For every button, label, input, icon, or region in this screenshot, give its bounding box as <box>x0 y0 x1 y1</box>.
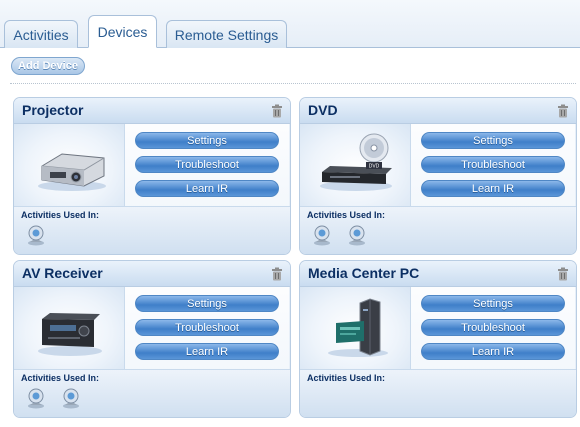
divider <box>10 83 576 84</box>
activity-icon[interactable] <box>346 224 368 246</box>
trash-icon[interactable] <box>271 104 283 118</box>
device-card-media-center-pc: Media Center PC Settings Troubleshoot Le… <box>299 260 577 418</box>
media-center-pc-icon <box>328 298 388 357</box>
device-card-av-receiver: AV Receiver Settings Troubleshoot Learn … <box>13 260 291 418</box>
activity-icon[interactable] <box>25 224 47 246</box>
device-actions: Settings Troubleshoot Learn IR <box>421 132 565 204</box>
trash-icon[interactable] <box>557 104 569 118</box>
settings-button[interactable]: Settings <box>135 132 279 149</box>
device-name: Projector <box>22 102 84 118</box>
settings-button[interactable]: Settings <box>135 295 279 312</box>
activities-used-in-label: Activities Used In: <box>21 373 100 383</box>
settings-button[interactable]: Settings <box>421 295 565 312</box>
device-name: AV Receiver <box>22 265 103 281</box>
learn-ir-button[interactable]: Learn IR <box>135 180 279 197</box>
device-name: Media Center PC <box>308 265 420 281</box>
tab-devices[interactable]: Devices <box>88 15 157 48</box>
av-receiver-icon <box>38 313 102 356</box>
device-name: DVD <box>308 102 338 118</box>
activity-icon[interactable] <box>311 224 333 246</box>
troubleshoot-button[interactable]: Troubleshoot <box>135 319 279 336</box>
device-card-header: DVD <box>300 98 576 124</box>
troubleshoot-button[interactable]: Troubleshoot <box>421 156 565 173</box>
activities-used-in: Activities Used In: <box>14 369 290 417</box>
settings-button[interactable]: Settings <box>421 132 565 149</box>
svg-text:DVD: DVD <box>369 164 380 170</box>
troubleshoot-button[interactable]: Troubleshoot <box>421 319 565 336</box>
device-actions: Settings Troubleshoot Learn IR <box>421 295 565 367</box>
device-image-area <box>14 124 125 206</box>
activities-used-in-label: Activities Used In: <box>21 210 100 220</box>
troubleshoot-button[interactable]: Troubleshoot <box>135 156 279 173</box>
activity-icon[interactable] <box>25 387 47 409</box>
projector-icon <box>38 153 106 191</box>
activities-used-in-label: Activities Used In: <box>307 210 386 220</box>
activities-used-in-label: Activities Used In: <box>307 373 386 383</box>
activities-used-in: Activities Used In: <box>300 369 576 417</box>
trash-icon[interactable] <box>557 267 569 281</box>
activity-icon[interactable] <box>60 387 82 409</box>
device-card-header: Media Center PC <box>300 261 576 287</box>
device-card-header: Projector <box>14 98 290 124</box>
device-image-area: DVD <box>300 124 411 206</box>
device-card-projector: Projector Settings Troubleshoot Learn IR… <box>13 97 291 255</box>
device-image-area <box>300 287 411 369</box>
add-device-button[interactable]: Add Device <box>11 57 85 75</box>
tab-bar: Activities Devices Remote Settings <box>0 0 580 48</box>
device-card-header: AV Receiver <box>14 261 290 287</box>
learn-ir-button[interactable]: Learn IR <box>135 343 279 360</box>
dvd-player-icon: DVD <box>320 133 392 191</box>
device-card-dvd: DVD DVD Settings Troubleshoot Learn IR A… <box>299 97 577 255</box>
learn-ir-button[interactable]: Learn IR <box>421 180 565 197</box>
learn-ir-button[interactable]: Learn IR <box>421 343 565 360</box>
activities-used-in: Activities Used In: <box>300 206 576 254</box>
activities-used-in: Activities Used In: <box>14 206 290 254</box>
trash-icon[interactable] <box>271 267 283 281</box>
device-actions: Settings Troubleshoot Learn IR <box>135 132 279 204</box>
device-image-area <box>14 287 125 369</box>
tab-activities[interactable]: Activities <box>4 20 78 48</box>
device-actions: Settings Troubleshoot Learn IR <box>135 295 279 367</box>
tab-remote-settings[interactable]: Remote Settings <box>166 20 287 48</box>
